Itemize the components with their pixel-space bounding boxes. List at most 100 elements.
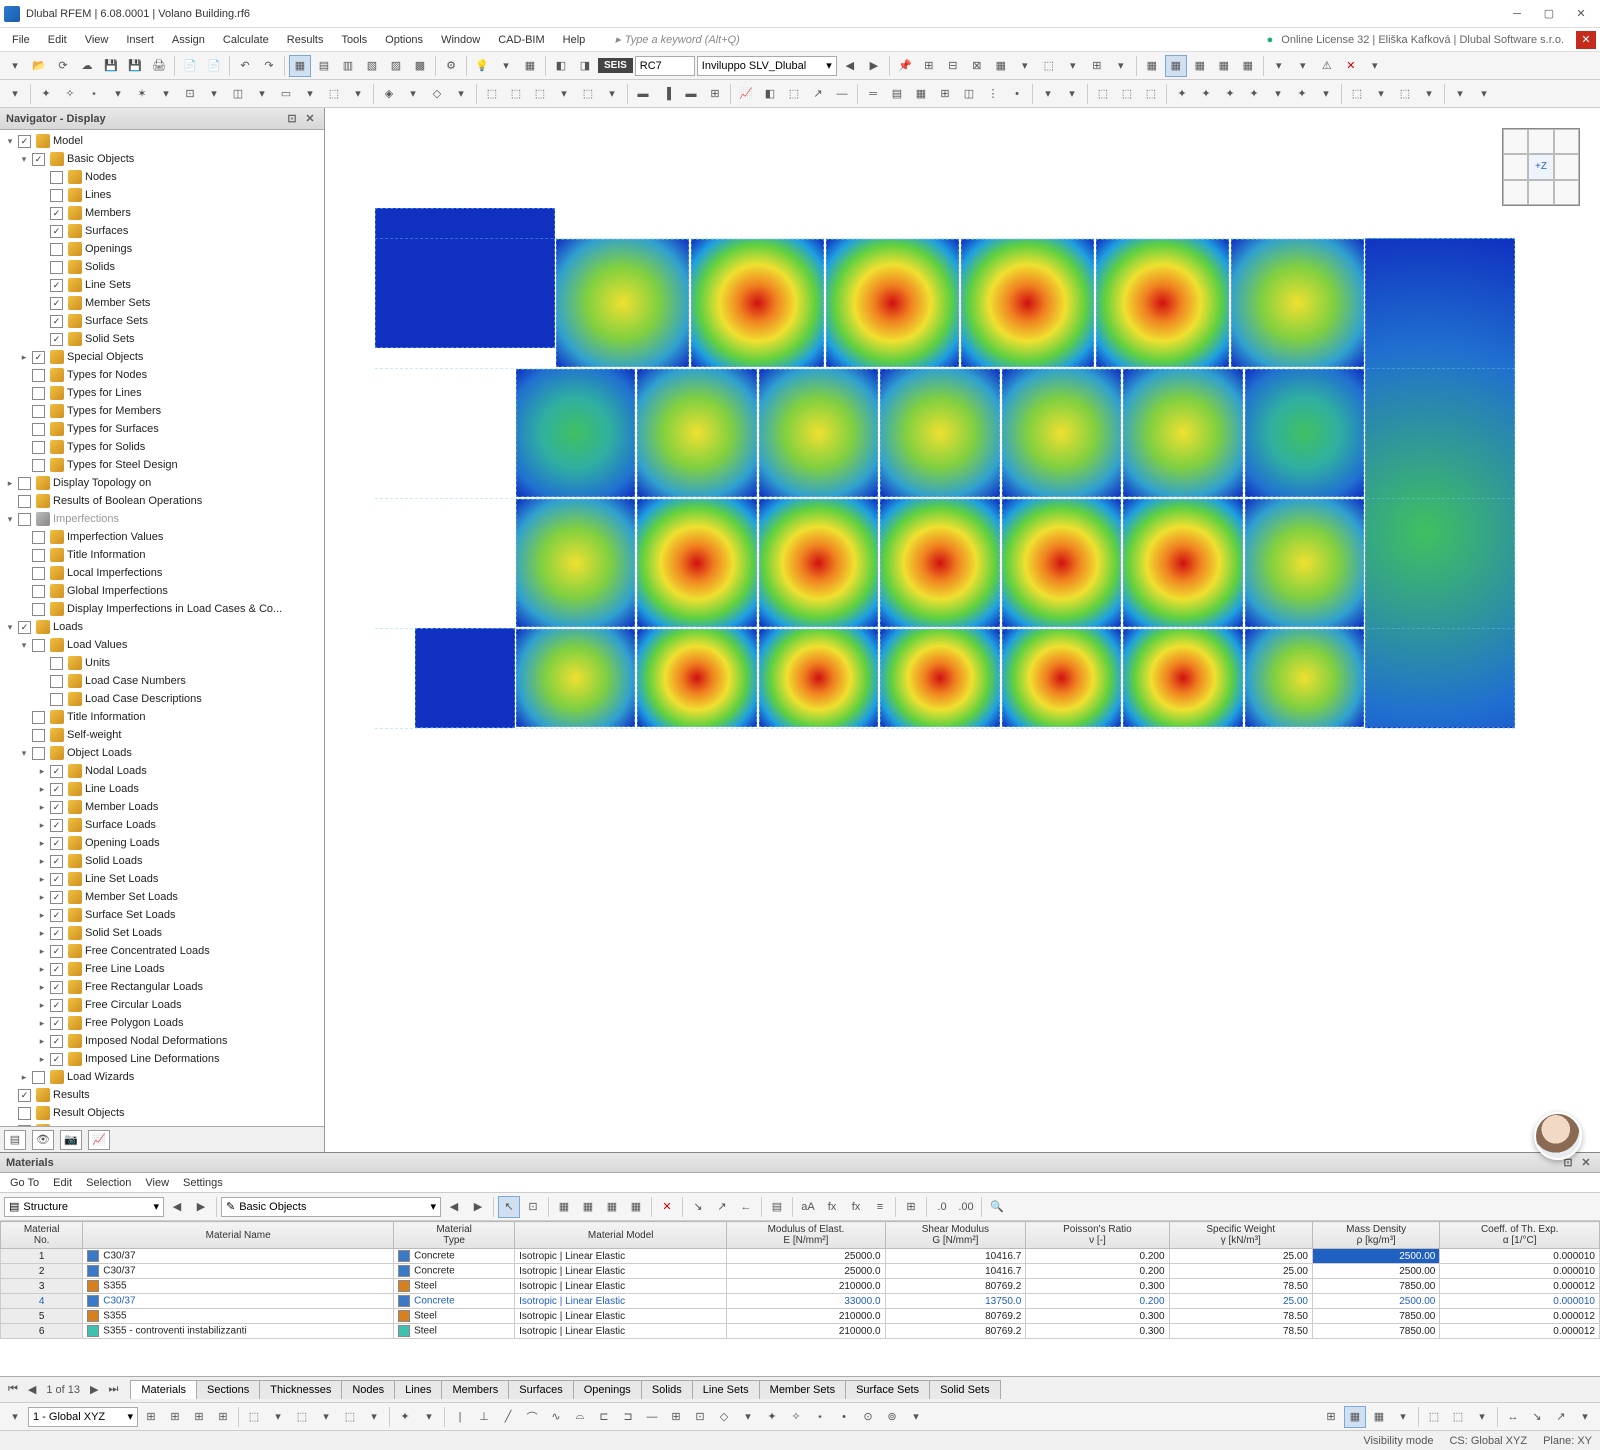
s3-icon[interactable]: ✧ bbox=[59, 83, 81, 105]
redo-icon[interactable]: ↷ bbox=[258, 55, 280, 77]
t7-icon[interactable]: ⊞ bbox=[1086, 55, 1108, 77]
mt-c2-icon[interactable]: ↗ bbox=[711, 1196, 733, 1218]
st-17-icon[interactable]: ⌒ bbox=[521, 1406, 543, 1428]
tree-item[interactable]: ▾Load Values bbox=[0, 636, 324, 654]
s27-icon[interactable]: ▐ bbox=[656, 83, 678, 105]
t4-icon[interactable]: ▦ bbox=[990, 55, 1012, 77]
tree-item[interactable]: Local Imperfections bbox=[0, 564, 324, 582]
print-icon[interactable]: 🖨 bbox=[148, 55, 170, 77]
t5-icon[interactable]: ▾ bbox=[1014, 55, 1036, 77]
s32-icon[interactable]: ⬚ bbox=[783, 83, 805, 105]
table-tab[interactable]: Line Sets bbox=[692, 1380, 760, 1399]
s47-icon[interactable]: ✦ bbox=[1171, 83, 1193, 105]
tree-item[interactable]: Units bbox=[0, 654, 324, 672]
tree-item[interactable]: ▸Nodal Loads bbox=[0, 762, 324, 780]
save-icon[interactable]: 💾 bbox=[100, 55, 122, 77]
tree-item[interactable]: Global Imperfections bbox=[0, 582, 324, 600]
menu-insert[interactable]: Insert bbox=[118, 32, 162, 48]
s29-icon[interactable]: ⊞ bbox=[704, 83, 726, 105]
s37-icon[interactable]: ▦ bbox=[910, 83, 932, 105]
col-header[interactable]: Coeff. of Th. Exp.α [1/°C] bbox=[1440, 1222, 1600, 1249]
table-row[interactable]: 2C30/37ConcreteIsotropic | Linear Elasti… bbox=[1, 1264, 1600, 1279]
s6-icon[interactable]: ✶ bbox=[131, 83, 153, 105]
tree-item[interactable]: Types for Nodes bbox=[0, 366, 324, 384]
calc-icon[interactable]: ⚙ bbox=[440, 55, 462, 77]
view4-icon[interactable]: ▧ bbox=[361, 55, 383, 77]
tree-item[interactable]: ▸Special Objects bbox=[0, 348, 324, 366]
col-header[interactable]: Mass Densityρ [kg/m³] bbox=[1313, 1222, 1440, 1249]
s58-icon[interactable]: ▾ bbox=[1449, 83, 1471, 105]
st-28-icon[interactable]: ✧ bbox=[785, 1406, 807, 1428]
cloud-icon[interactable]: ☁ bbox=[76, 55, 98, 77]
table-tab[interactable]: Members bbox=[441, 1380, 509, 1399]
st-27-icon[interactable]: ✦ bbox=[761, 1406, 783, 1428]
tree-item[interactable]: ▾Loads bbox=[0, 618, 324, 636]
h1-icon[interactable]: ▾ bbox=[1268, 55, 1290, 77]
menu-cad-bim[interactable]: CAD-BIM bbox=[490, 32, 552, 48]
s1-icon[interactable]: ▾ bbox=[4, 83, 26, 105]
prev-icon[interactable]: ◀ bbox=[839, 55, 861, 77]
tree-item[interactable]: ▸Display Topology on bbox=[0, 474, 324, 492]
tree-item[interactable]: Results of Boolean Operations bbox=[0, 492, 324, 510]
navigator-tree[interactable]: ▾Model▾Basic ObjectsNodesLinesMembersSur… bbox=[0, 130, 324, 1126]
st-2-icon[interactable]: ⊞ bbox=[140, 1406, 162, 1428]
menu-view[interactable]: View bbox=[77, 32, 117, 48]
tree-item[interactable]: ▸Free Polygon Loads bbox=[0, 1014, 324, 1032]
pin-icon[interactable]: 📌 bbox=[894, 55, 916, 77]
st-9-icon[interactable]: ▾ bbox=[315, 1406, 337, 1428]
s43-icon[interactable]: ▾ bbox=[1061, 83, 1083, 105]
s53-icon[interactable]: ▾ bbox=[1315, 83, 1337, 105]
st-r4-icon[interactable]: ▾ bbox=[1392, 1406, 1414, 1428]
nav-tab-display-icon[interactable]: 👁 bbox=[32, 1130, 54, 1150]
s56-icon[interactable]: ⬚ bbox=[1394, 83, 1416, 105]
s4-icon[interactable]: ⋆ bbox=[83, 83, 105, 105]
minimize-button[interactable]: ─ bbox=[1502, 4, 1532, 24]
g3-icon[interactable]: ▦ bbox=[1189, 55, 1211, 77]
s44-icon[interactable]: ⬚ bbox=[1092, 83, 1114, 105]
s38-icon[interactable]: ⊞ bbox=[934, 83, 956, 105]
t6-icon[interactable]: ▾ bbox=[1062, 55, 1084, 77]
st-r5-icon[interactable]: ⬚ bbox=[1423, 1406, 1445, 1428]
tree-item[interactable]: Load Case Descriptions bbox=[0, 690, 324, 708]
tree-item[interactable]: ▸Free Concentrated Loads bbox=[0, 942, 324, 960]
s22-icon[interactable]: ⬚ bbox=[529, 83, 551, 105]
open-icon[interactable]: 📂 bbox=[28, 55, 50, 77]
globe-icon[interactable]: ● bbox=[1267, 34, 1274, 46]
tree-item[interactable]: Imperfection Values bbox=[0, 528, 324, 546]
menu-results[interactable]: Results bbox=[279, 32, 332, 48]
page-next-icon[interactable]: ▶ bbox=[86, 1383, 102, 1396]
tree-item[interactable]: ▸Free Rectangular Loads bbox=[0, 978, 324, 996]
s24-icon[interactable]: ⬚ bbox=[577, 83, 599, 105]
st-11-icon[interactable]: ▾ bbox=[363, 1406, 385, 1428]
nav-tab-views-icon[interactable]: 📷 bbox=[60, 1130, 82, 1150]
tree-item[interactable]: Types for Members bbox=[0, 402, 324, 420]
s25-icon[interactable]: ▾ bbox=[601, 83, 623, 105]
s7-icon[interactable]: ▾ bbox=[155, 83, 177, 105]
cube-icon[interactable]: ⬚ bbox=[1038, 55, 1060, 77]
load-combo[interactable]: Inviluppo SLV_Dlubal▾ bbox=[697, 56, 837, 76]
g2-icon[interactable]: ▦ bbox=[1165, 55, 1187, 77]
s13-icon[interactable]: ▾ bbox=[299, 83, 321, 105]
keyword-search[interactable]: ▸ Type a keyword (Alt+Q) bbox=[595, 33, 1264, 46]
st-21-icon[interactable]: ⊐ bbox=[617, 1406, 639, 1428]
table-tab[interactable]: Materials bbox=[130, 1380, 197, 1399]
col-header[interactable]: Modulus of Elast.E [N/mm²] bbox=[727, 1222, 885, 1249]
st-13-icon[interactable]: ▾ bbox=[418, 1406, 440, 1428]
s14-icon[interactable]: ⬚ bbox=[323, 83, 345, 105]
st-7-icon[interactable]: ▾ bbox=[267, 1406, 289, 1428]
mt-f1-icon[interactable]: ⊞ bbox=[900, 1196, 922, 1218]
mt-g1-icon[interactable]: .0 bbox=[931, 1196, 953, 1218]
a2-icon[interactable]: ◨ bbox=[574, 55, 596, 77]
mt-b1-icon[interactable]: ▦ bbox=[553, 1196, 575, 1218]
st-14-icon[interactable]: | bbox=[449, 1406, 471, 1428]
s55-icon[interactable]: ▾ bbox=[1370, 83, 1392, 105]
table-tab[interactable]: Openings bbox=[573, 1380, 642, 1399]
s31-icon[interactable]: ◧ bbox=[759, 83, 781, 105]
tree-item[interactable]: ▸Free Line Loads bbox=[0, 960, 324, 978]
mt-next-icon[interactable]: ▶ bbox=[190, 1196, 212, 1218]
cs-combo[interactable]: 1 - Global XYZ▾ bbox=[28, 1407, 138, 1427]
mt-b4-icon[interactable]: ▦ bbox=[625, 1196, 647, 1218]
tree-item[interactable]: ▾Model bbox=[0, 132, 324, 150]
materials-menu-settings[interactable]: Settings bbox=[177, 1175, 229, 1191]
st-29-icon[interactable]: ⋆ bbox=[809, 1406, 831, 1428]
